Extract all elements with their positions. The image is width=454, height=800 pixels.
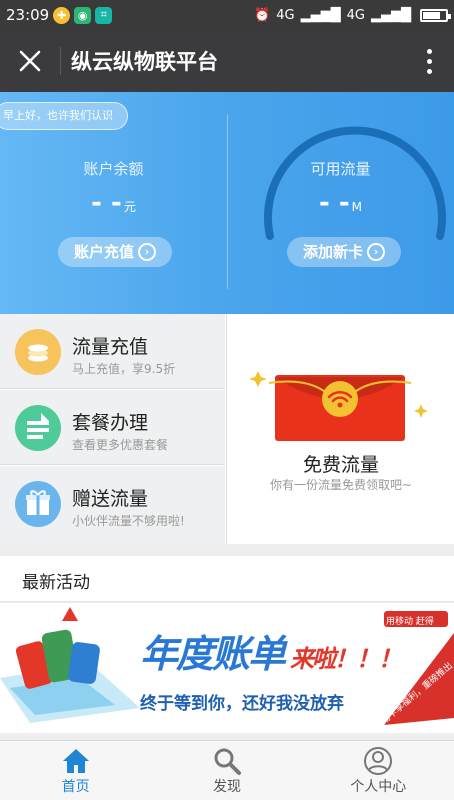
menu-title: 套餐办理	[72, 412, 149, 434]
banner-badge: 用移动 赶得	[386, 617, 434, 627]
section-title: 最新活动	[22, 573, 90, 593]
package-icon	[15, 405, 61, 451]
menu-item-package[interactable]: 套餐办理 查看更多优惠套餐	[0, 390, 225, 465]
home-icon	[62, 749, 89, 773]
title-divider	[60, 47, 61, 75]
tab-label: 发现	[212, 779, 241, 795]
service-menu: 流量充值 马上充值，享9.5折 套餐办理 查看更多优惠套餐 赠送流量 小伙伴流量…	[0, 314, 454, 544]
free-traffic-subtitle: 你有一份流量免费领取吧~	[269, 478, 413, 492]
traffic-unit: M	[351, 200, 362, 214]
free-traffic-title: 免费流量	[302, 454, 379, 476]
coins-icon	[15, 329, 61, 375]
tab-label: 首页	[61, 779, 90, 795]
menu-subtitle: 查看更多优惠套餐	[72, 438, 169, 452]
signal-bars-icon-2: ▂▄▆█	[371, 7, 411, 23]
arrow-right-icon: ›	[138, 243, 157, 261]
banner-headline: 年度账单 来啦！！！	[140, 632, 402, 676]
menu-title: 赠送流量	[72, 488, 149, 510]
banner-slogan: 终于等到你，还好我没放弃	[140, 694, 344, 714]
signal-label: 4G	[276, 7, 295, 23]
menu-item-recharge[interactable]: 流量充值 马上充值，享9.5折	[0, 314, 225, 389]
menu-subtitle: 小伙伴流量不够用啦!	[72, 514, 185, 528]
free-traffic-card[interactable]: 免费流量 你有一份流量免费领取吧~	[226, 314, 454, 544]
menu-subtitle: 马上充值，享9.5折	[72, 362, 176, 376]
alarm-icon: ⏰	[254, 7, 271, 23]
tab-label: 个人中心	[350, 779, 407, 795]
gift-icon	[15, 481, 61, 527]
notification-app-icon: ✚	[53, 6, 71, 24]
red-envelope-icon	[249, 371, 428, 441]
page-title: 纵云纵物联平台	[71, 50, 218, 74]
more-button[interactable]	[404, 48, 454, 74]
banner-headline-2: 来啦！！！	[290, 645, 402, 673]
bottom-tab-bar: 首页 发现 个人中心	[0, 740, 454, 800]
network-label: 4G	[346, 7, 365, 23]
arrow-right-icon: ›	[367, 243, 386, 261]
title-bar: 纵云纵物联平台	[0, 30, 454, 92]
traffic-panel: 可用流量 - -M 添加新卡 ›	[227, 92, 454, 314]
balance-label: 账户余额	[83, 160, 144, 178]
traffic-value: - -M	[319, 188, 362, 218]
close-icon	[19, 50, 41, 72]
balance-panel: 账户余额 - -元 账户充值 ›	[0, 92, 227, 314]
user-icon	[364, 747, 393, 775]
recharge-account-button[interactable]: 账户充值 ›	[58, 237, 173, 267]
recharge-account-label: 账户充值	[74, 243, 135, 261]
signal-bars-icon: ▂▄▆█	[300, 7, 341, 23]
clock: 23:09	[6, 6, 50, 24]
balance-value: - -元	[91, 188, 136, 218]
tab-profile[interactable]: 个人中心	[303, 741, 454, 800]
balance-unit: 元	[123, 200, 136, 214]
tab-home[interactable]: 首页	[0, 741, 151, 800]
tab-discover[interactable]: 发现	[151, 741, 302, 800]
status-bar: 23:09 ✚ ◉ ⌗ ⏰ 4G ▂▄▆█ 4G ▂▄▆█	[0, 0, 454, 30]
search-icon	[214, 748, 241, 775]
activity-banner[interactable]: 年度账单 来啦！！！ 终于等到你，还好我没放弃 用移动 赶得 用卡享福利，重磅推出	[0, 603, 454, 733]
wifi-app-icon: ◉	[74, 6, 92, 24]
traffic-label: 可用流量	[310, 160, 371, 178]
menu-item-gift[interactable]: 赠送流量 小伙伴流量不够用啦!	[0, 466, 225, 544]
add-card-label: 添加新卡	[303, 243, 364, 261]
add-card-button[interactable]: 添加新卡 ›	[287, 237, 402, 267]
battery-icon	[420, 8, 451, 22]
menu-title: 流量充值	[72, 336, 149, 358]
close-button[interactable]	[0, 30, 60, 92]
account-summary: 早上好，也许我们认识 账户余额 - -元 账户充值 › 可用流量 - -M 添加新…	[0, 92, 454, 314]
section-header: 最新活动	[0, 556, 454, 602]
scan-app-icon: ⌗	[95, 6, 113, 24]
